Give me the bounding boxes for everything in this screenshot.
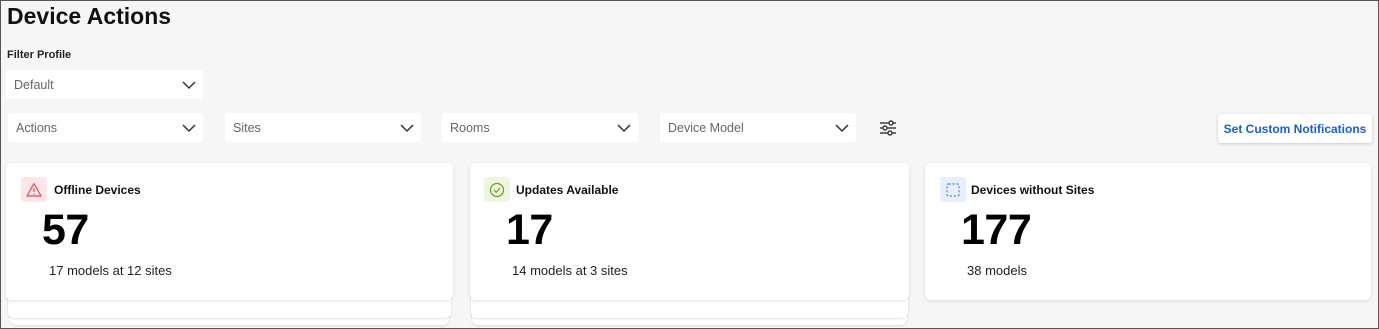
sites-select[interactable]: Sites <box>225 113 421 142</box>
devices-without-sites-card[interactable]: Devices without Sites 177 38 models <box>925 163 1371 300</box>
set-custom-notifications-button[interactable]: Set Custom Notifications <box>1218 114 1372 143</box>
devices-without-sites-subtitle: 38 models <box>967 263 1027 278</box>
devices-without-sites-count: 177 <box>961 206 1032 254</box>
offline-devices-subtitle: 17 models at 12 sites <box>49 263 172 278</box>
sliders-icon <box>880 120 896 136</box>
actions-select[interactable]: Actions <box>8 113 203 142</box>
page-title: Device Actions <box>7 3 172 29</box>
chevron-down-icon <box>182 80 196 89</box>
chevron-down-icon <box>400 123 414 132</box>
dashed-square-icon <box>940 177 966 202</box>
device-model-select[interactable]: Device Model <box>660 113 856 142</box>
devices-without-sites-title: Devices without Sites <box>971 183 1095 197</box>
filter-profile-select[interactable]: Default <box>6 70 203 99</box>
updates-available-subtitle: 14 models at 3 sites <box>512 263 628 278</box>
device-model-select-label: Device Model <box>668 120 744 135</box>
offline-devices-card[interactable]: Offline Devices 57 17 models at 12 sites <box>6 163 453 300</box>
offline-devices-count: 57 <box>42 206 89 254</box>
filter-settings-button[interactable] <box>877 117 899 139</box>
updates-available-title: Updates Available <box>516 183 619 197</box>
filter-profile-value: Default <box>14 77 54 92</box>
chevron-down-icon <box>617 123 631 132</box>
rooms-select[interactable]: Rooms <box>442 113 638 142</box>
filter-profile-label: Filter Profile <box>7 49 72 61</box>
updates-available-card[interactable]: Updates Available 17 14 models at 3 site… <box>470 163 909 300</box>
rooms-select-label: Rooms <box>450 120 490 135</box>
check-circle-icon <box>484 177 510 202</box>
updates-available-count: 17 <box>506 206 553 254</box>
chevron-down-icon <box>182 123 196 132</box>
chevron-down-icon <box>835 123 849 132</box>
offline-devices-title: Offline Devices <box>54 183 141 197</box>
actions-select-label: Actions <box>16 120 57 135</box>
warning-icon <box>21 177 47 202</box>
sites-select-label: Sites <box>233 120 261 135</box>
